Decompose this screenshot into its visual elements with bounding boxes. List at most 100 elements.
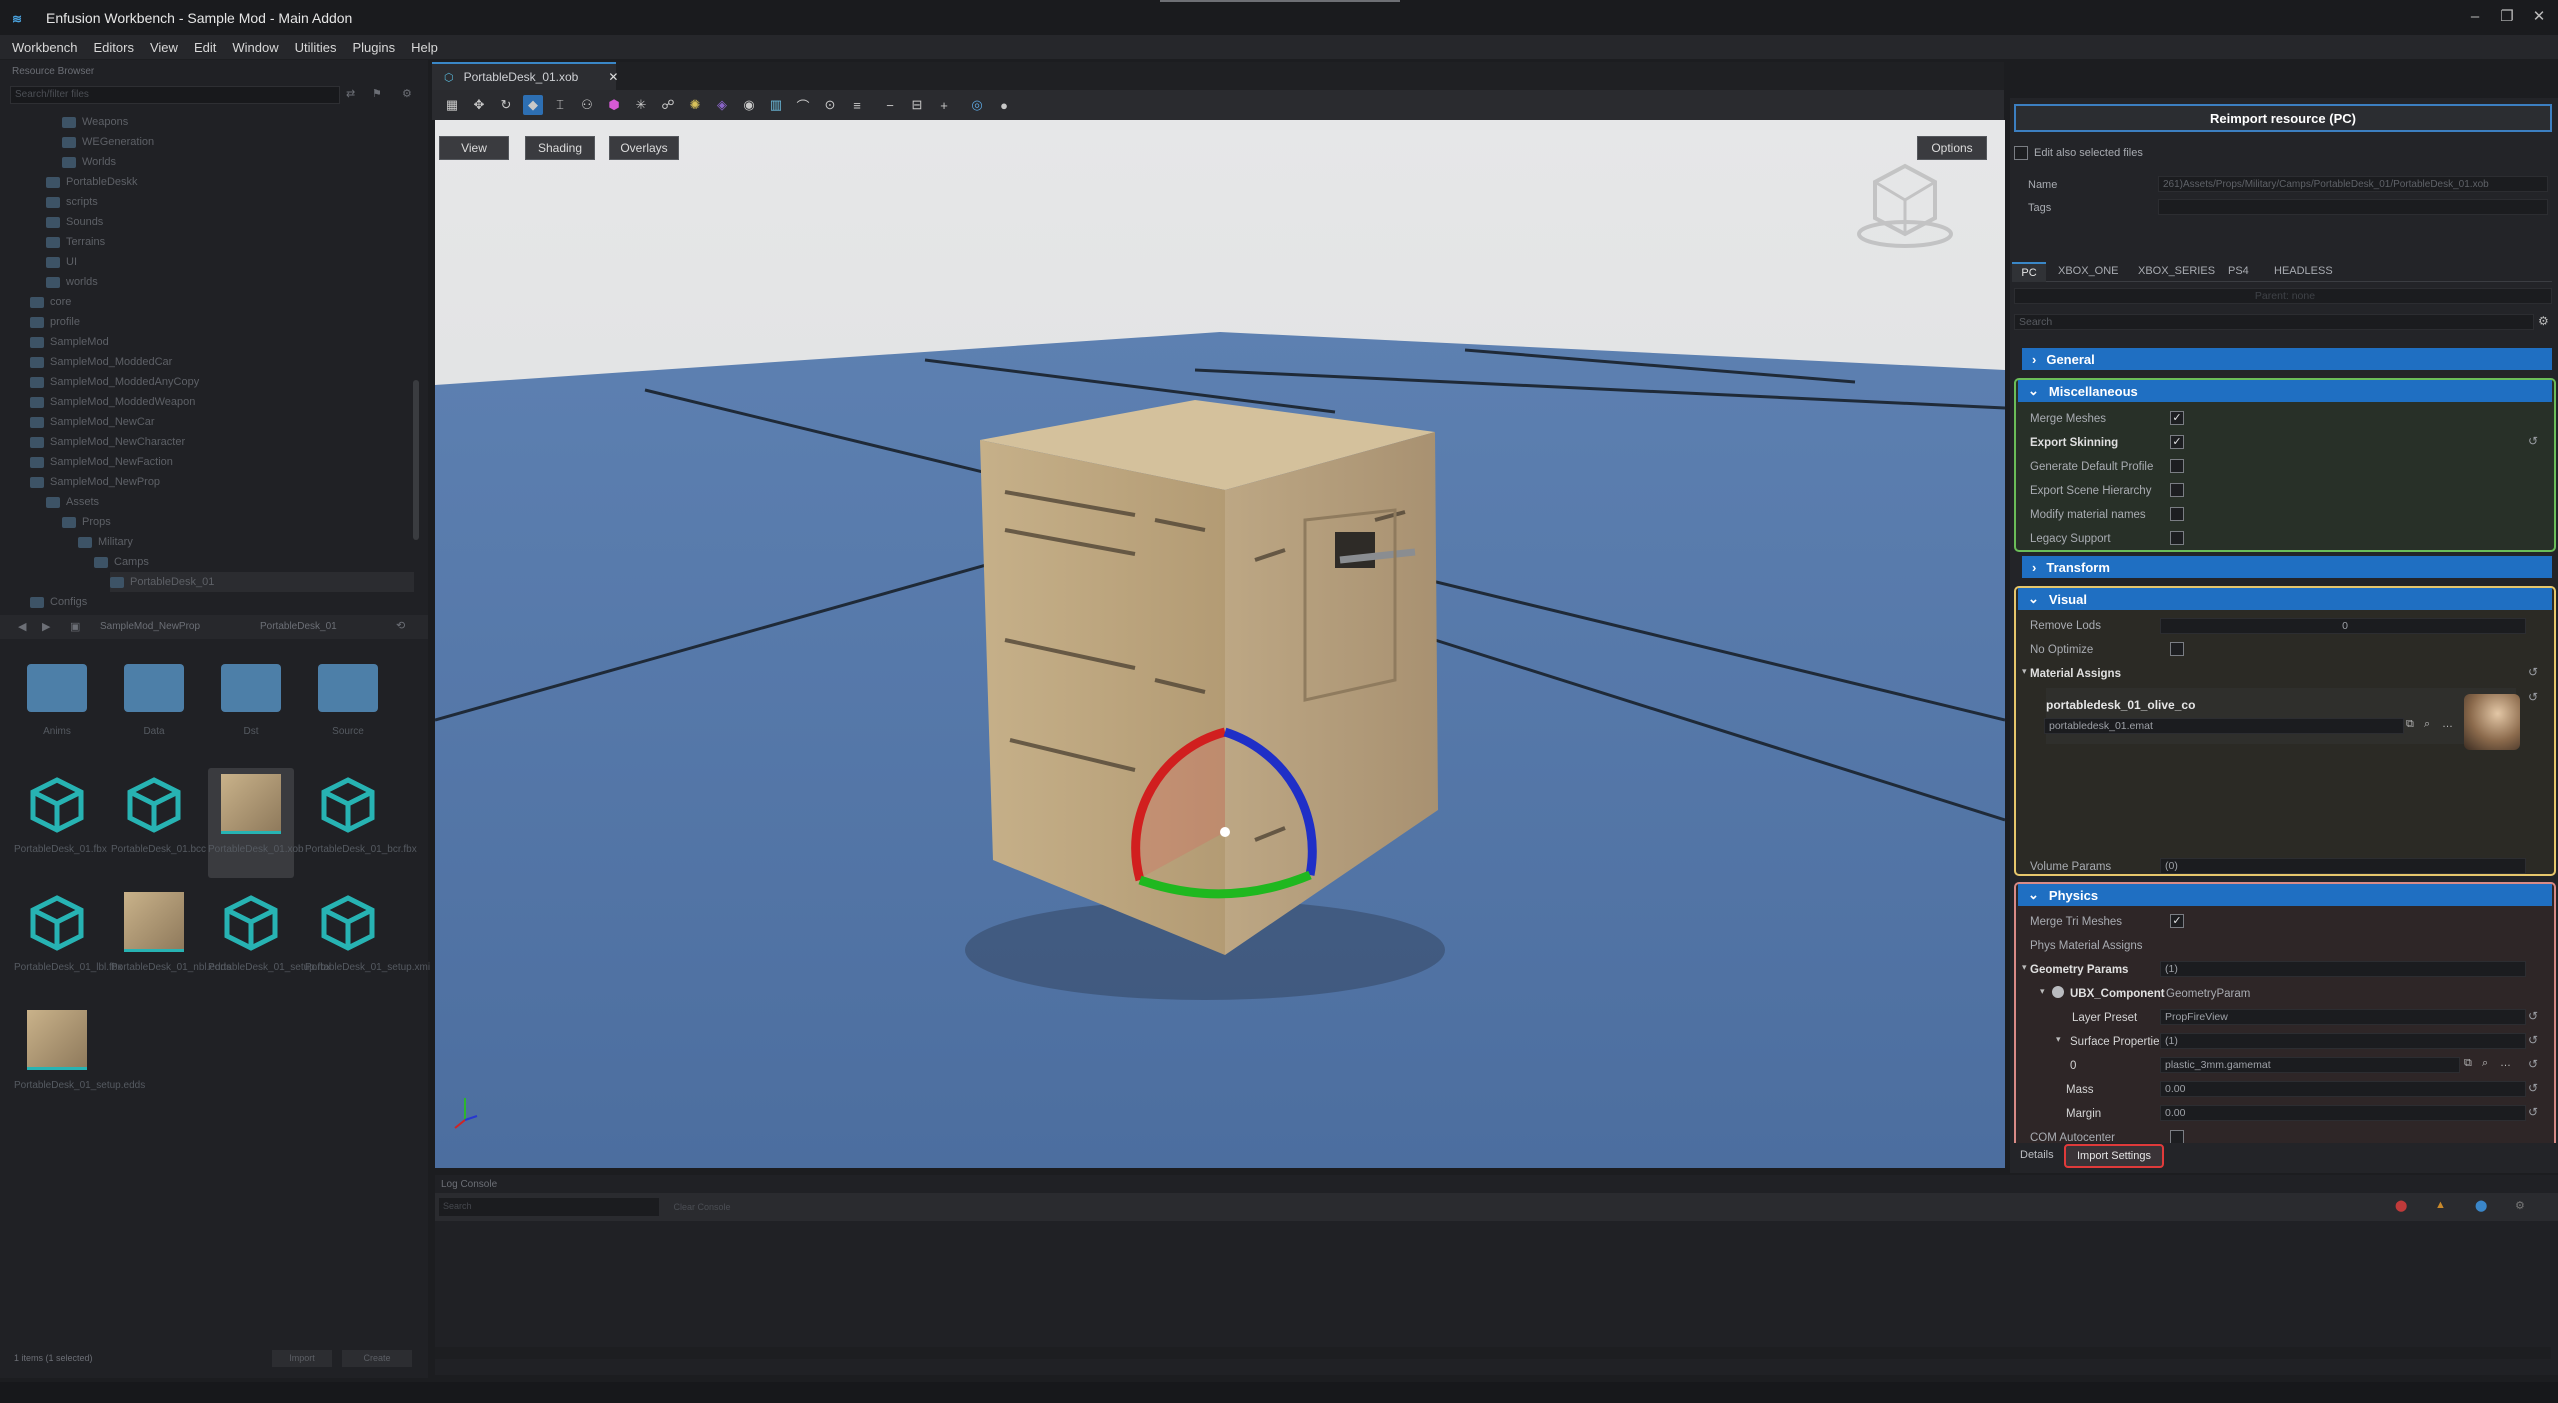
close-button[interactable]: ✕ — [2524, 6, 2554, 28]
color-icon[interactable]: ▥ — [766, 95, 786, 115]
move-icon[interactable]: ✥ — [469, 95, 489, 115]
tree-item[interactable]: SampleMod — [30, 332, 109, 352]
view-button[interactable]: View — [439, 136, 509, 160]
shading-button[interactable]: Shading — [525, 136, 595, 160]
grid-icon[interactable]: ▦ — [442, 95, 462, 115]
reset-icon[interactable]: ↺ — [2528, 1105, 2538, 1119]
path-segment[interactable]: SampleMod_NewProp — [100, 621, 200, 632]
tree-item[interactable]: SampleMod_NewCar — [30, 412, 155, 432]
volume-params-field[interactable]: (0) — [2160, 858, 2526, 874]
reset-icon[interactable]: ↺ — [2528, 1081, 2538, 1095]
reset-icon[interactable]: ↺ — [2528, 1033, 2538, 1047]
back-icon[interactable]: ◀ — [18, 620, 26, 633]
section-visual[interactable]: ⌄ Visual — [2018, 588, 2552, 610]
surface-properties-field[interactable]: (1) — [2160, 1033, 2526, 1049]
legacy-support-checkbox[interactable] — [2170, 531, 2184, 545]
tree-item[interactable]: Terrains — [46, 232, 105, 252]
asset-item[interactable]: PortableDesk_01_lbl.fbx — [14, 886, 122, 996]
merge-tri-meshes-checkbox[interactable]: ✓ — [2170, 914, 2184, 928]
name-field[interactable]: 261)Assets/Props/Military/Camps/Portable… — [2158, 176, 2548, 192]
reset-icon[interactable]: ↺ — [2528, 1009, 2538, 1023]
menu-plugins[interactable]: Plugins — [353, 40, 396, 55]
create-button[interactable]: Create — [342, 1350, 412, 1367]
menu-window[interactable]: Window — [232, 40, 278, 55]
collapse-arrow-icon[interactable]: ▾ — [2056, 1034, 2061, 1045]
path-segment[interactable]: PortableDesk_01 — [260, 621, 337, 632]
open-icon[interactable]: ⧉ — [2406, 718, 2414, 731]
reset-icon[interactable]: ↺ — [2528, 1057, 2538, 1071]
snap-icon[interactable]: ⌶ — [550, 95, 570, 115]
wireframe-icon[interactable]: ⌒ — [793, 95, 813, 115]
modify-material-names-checkbox[interactable] — [2170, 507, 2184, 521]
section-general[interactable]: › General — [2022, 348, 2552, 370]
tree-item[interactable]: Sounds — [46, 212, 103, 232]
layer-preset-dropdown[interactable]: PropFireView — [2160, 1009, 2526, 1025]
reset-icon[interactable]: ↺ — [2528, 665, 2538, 679]
surface-material-field[interactable]: plastic_3mm.gamemat — [2160, 1057, 2460, 1073]
tree-item[interactable]: worlds — [46, 272, 98, 292]
export-skinning-checkbox[interactable]: ✓ — [2170, 435, 2184, 449]
info-filter-icon[interactable]: ⬤ — [2475, 1199, 2487, 1212]
tree-item[interactable]: WEGeneration — [62, 132, 154, 152]
collapse-arrow-icon[interactable]: ▾ — [2022, 666, 2027, 677]
tree-item[interactable]: PortableDesk_01 — [110, 572, 414, 592]
menu-editors[interactable]: Editors — [94, 40, 134, 55]
search-icon[interactable]: ⌕ — [2424, 718, 2430, 731]
materials-icon[interactable]: ◈ — [712, 95, 732, 115]
edit-selected-checkbox[interactable] — [2014, 146, 2028, 160]
tab-pc[interactable]: PC — [2012, 262, 2046, 282]
material-file-field[interactable]: portabledesk_01.emat — [2044, 718, 2404, 734]
skeleton-icon[interactable]: ☍ — [658, 95, 678, 115]
material-preview[interactable] — [2464, 694, 2520, 750]
collapse-arrow-icon[interactable]: ▾ — [2022, 962, 2027, 973]
tree-item[interactable]: SampleMod_NewCharacter — [30, 432, 185, 452]
bones-icon[interactable]: ✳ — [631, 95, 651, 115]
tree-item[interactable]: Configs — [30, 592, 87, 612]
margin-field[interactable]: 0.00 — [2160, 1105, 2526, 1121]
tree-item[interactable]: UI — [46, 252, 77, 272]
collapse-arrow-icon[interactable]: ▾ — [2040, 986, 2045, 997]
settings-icon[interactable]: ⚙ — [2538, 314, 2549, 328]
import-button[interactable]: Import — [272, 1350, 332, 1367]
resource-search-input[interactable]: Search/filter files — [10, 86, 340, 104]
tab-xbox-one[interactable]: XBOX_ONE — [2058, 265, 2119, 277]
no-optimize-checkbox[interactable] — [2170, 642, 2184, 656]
list-icon[interactable]: ≡ — [847, 95, 867, 115]
asset-item[interactable]: PortableDesk_01_bcr.fbx — [305, 768, 417, 878]
menu-workbench[interactable]: Workbench — [12, 40, 78, 55]
section-physics[interactable]: ⌄ Physics — [2018, 884, 2552, 906]
geometry-params-field[interactable]: (1) — [2160, 961, 2526, 977]
tree-item[interactable]: SampleMod_NewFaction — [30, 452, 173, 472]
tree-item[interactable]: Camps — [94, 552, 149, 572]
tree-item[interactable]: SampleMod_NewProp — [30, 472, 160, 492]
scale-icon[interactable]: ◆ — [523, 95, 543, 115]
scene-render[interactable] — [435, 120, 2005, 1168]
forward-icon[interactable]: ▶ — [42, 620, 50, 633]
filter-icon[interactable]: ⇄ — [346, 87, 355, 100]
asset-item[interactable]: PortableDesk_01_setup.xmi — [305, 886, 430, 996]
drag-handle[interactable] — [1160, 0, 1400, 2]
tree-item[interactable]: Military — [78, 532, 133, 552]
tree-item[interactable]: Assets — [46, 492, 99, 512]
search-icon[interactable]: ⌕ — [2482, 1057, 2488, 1070]
camera-icon[interactable]: ◎ — [967, 95, 987, 115]
bookmark-icon[interactable]: ⚑ — [372, 87, 382, 100]
normals-icon[interactable]: ⊙ — [820, 95, 840, 115]
section-transform[interactable]: › Transform — [2022, 556, 2552, 578]
merge-meshes-checkbox[interactable]: ✓ — [2170, 411, 2184, 425]
more-icon[interactable]: … — [2442, 718, 2453, 730]
tree-item[interactable]: core — [30, 292, 71, 312]
asset-item[interactable]: PortableDesk_01.fbx — [14, 768, 107, 878]
reimport-button[interactable]: Reimport resource (PC) — [2014, 104, 2552, 132]
record-icon[interactable]: ● — [994, 95, 1014, 115]
tab-import-settings[interactable]: Import Settings — [2064, 1144, 2164, 1168]
mass-field[interactable]: 0.00 — [2160, 1081, 2526, 1097]
asset-item[interactable]: Dst — [208, 650, 294, 760]
tree-item[interactable]: SampleMod_ModdedAnyCopy — [30, 372, 199, 392]
asset-item[interactable]: PortableDesk_01.xob — [208, 768, 304, 878]
tab-ps4[interactable]: PS4 — [2228, 265, 2249, 277]
clear-console-button[interactable]: Clear Console — [667, 1198, 737, 1216]
asset-item[interactable]: Anims — [14, 650, 100, 760]
zoom-in-icon[interactable]: + — [934, 95, 954, 115]
com-autocenter-checkbox[interactable] — [2170, 1130, 2184, 1144]
